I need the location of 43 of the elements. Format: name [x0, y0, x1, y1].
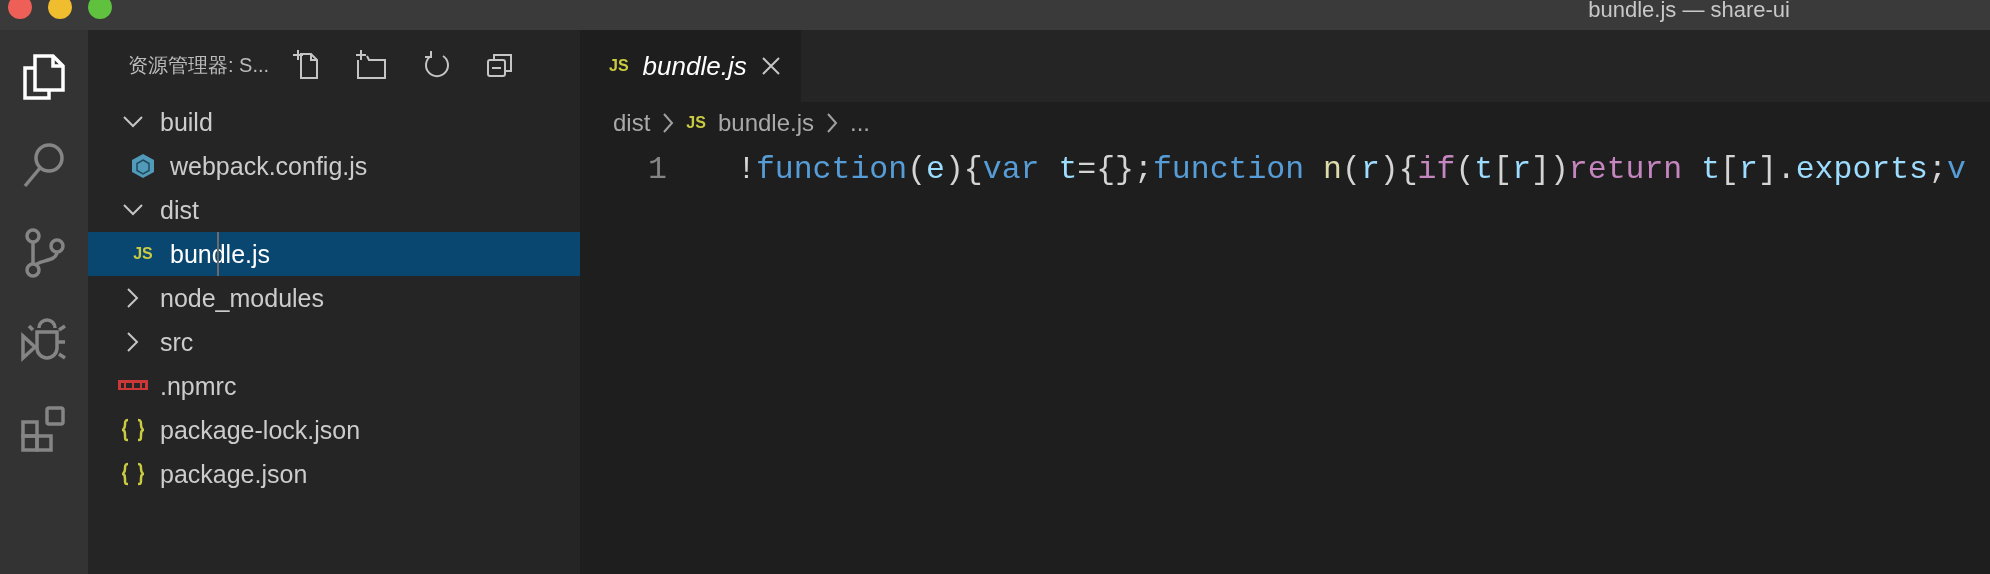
line-number: 1: [647, 151, 668, 187]
file-name: node_modules: [160, 283, 324, 313]
tree-item[interactable]: package.json: [88, 452, 580, 496]
maximize-window-button[interactable]: [88, 0, 112, 19]
braces-icon: [122, 462, 144, 486]
search-icon[interactable]: [21, 140, 67, 190]
npm-icon: [118, 380, 148, 392]
braces-icon: [122, 418, 144, 442]
file-name: dist: [160, 195, 199, 225]
tab-title: bundle.js: [642, 50, 747, 82]
file-name: src: [160, 327, 194, 357]
tree-item[interactable]: src: [88, 320, 580, 364]
file-name: .npmrc: [160, 371, 237, 401]
tree-item[interactable]: dist: [88, 188, 580, 232]
code-line: !function(e){var t={};function n(r){if(t[r])return t[r].exports;v: [737, 151, 1966, 187]
file-name: package.json: [160, 459, 308, 489]
window-title: bundle.js — share-ui: [1588, 0, 1790, 23]
file-name: package-lock.json: [160, 415, 361, 445]
js-file-icon: JS: [686, 114, 706, 132]
tree-item[interactable]: node_modules: [88, 276, 580, 320]
file-name: build: [160, 107, 213, 137]
js-file-icon: JS: [609, 57, 629, 75]
chevron-right-icon: [826, 112, 838, 134]
chevron-right-icon: [662, 112, 675, 134]
close-window-button[interactable]: [8, 0, 32, 19]
new-folder-icon[interactable]: [355, 50, 388, 80]
editor-tab[interactable]: JS bundle.js: [581, 30, 801, 102]
file-name: bundle.js: [170, 239, 271, 269]
breadcrumb-item[interactable]: ...: [850, 109, 871, 137]
breadcrumb-item[interactable]: bundle.js: [717, 109, 814, 137]
js-file-icon: JS: [133, 245, 153, 263]
tree-item[interactable]: build: [88, 100, 580, 144]
tree-item[interactable]: webpack.config.js: [88, 144, 580, 188]
cube-icon: [131, 153, 155, 179]
tree-item[interactable]: JS bundle.js: [88, 232, 580, 276]
files-icon[interactable]: [21, 52, 67, 102]
minimize-window-button[interactable]: [48, 0, 72, 19]
tree-item[interactable]: package-lock.json: [88, 408, 580, 452]
breadcrumb-item[interactable]: dist: [613, 109, 651, 137]
close-icon[interactable]: [760, 56, 781, 76]
file-name: webpack.config.js: [170, 151, 368, 181]
explorer-title: 资源管理器: S...: [128, 52, 270, 78]
tree-item[interactable]: .npmrc: [88, 364, 580, 408]
